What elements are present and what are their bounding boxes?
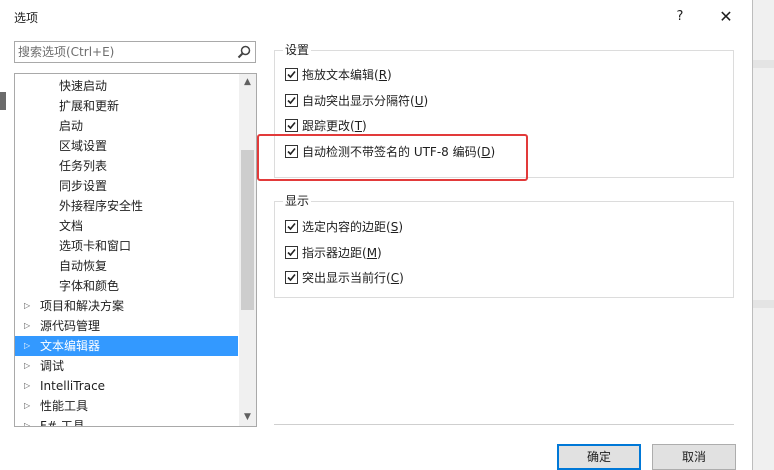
checkbox[interactable] <box>285 68 298 81</box>
tree-item-label: 区域设置 <box>59 139 108 153</box>
display-group-title: 显示 <box>283 194 312 208</box>
expand-arrow-icon[interactable]: ▷ <box>24 356 30 376</box>
expand-arrow-icon[interactable]: ▷ <box>24 396 30 416</box>
settings-group-title: 设置 <box>283 43 312 57</box>
tree-item[interactable]: ▷ 文本编辑器 <box>15 336 238 356</box>
tree-item-label: 快速启动 <box>59 79 108 93</box>
close-button[interactable]: ✕ <box>704 4 748 30</box>
scroll-thumb[interactable] <box>241 150 254 310</box>
tree-item-label: 字体和颜色 <box>59 279 120 293</box>
tree-item-label: 源代码管理 <box>40 319 101 333</box>
title-bar <box>0 0 774 34</box>
tree-item[interactable]: ▷ 项目和解决方案 <box>15 296 238 316</box>
expand-arrow-icon[interactable]: ▷ <box>24 376 30 396</box>
checkmark-icon <box>287 96 296 104</box>
cancel-button[interactable]: 取消 <box>652 444 736 470</box>
tree-item-label: 同步设置 <box>59 179 108 193</box>
tree-item[interactable]: ▷ 源代码管理 <box>15 316 238 336</box>
display-group: 显示 选定内容的边距(S) 指示器边距(M) 突出显示当前行(C) <box>274 194 734 298</box>
checkmark-icon <box>287 121 296 130</box>
tree-item[interactable]: 启动 <box>15 116 238 136</box>
options-tree: 快速启动扩展和更新启动区域设置任务列表同步设置外接程序安全性 文档选项卡和窗口 自动… <box>14 73 257 427</box>
search-icon[interactable] <box>237 45 251 59</box>
tree-item-label: IntelliTrace <box>40 379 106 393</box>
checkbox[interactable] <box>285 119 298 132</box>
tree-item-label: 自动恢复 <box>59 259 108 273</box>
checkmark-icon <box>287 273 296 282</box>
tree-item[interactable]: 同步设置 <box>15 176 238 196</box>
tree-item[interactable]: 文档 <box>15 216 238 236</box>
tree-item[interactable]: 区域设置 <box>15 136 238 156</box>
tree-item-label: 任务列表 <box>59 159 108 173</box>
background-window-strip <box>752 0 774 470</box>
option-label: 选定内容的边距(S) <box>302 220 403 234</box>
tree-item-label: 文本编辑器 <box>40 339 101 353</box>
option-label: 跟踪更改(T) <box>302 119 367 133</box>
checkbox[interactable] <box>285 271 298 284</box>
red-highlight-annotation <box>257 134 528 181</box>
option-label: 自动突出显示分隔符(U) <box>302 93 429 108</box>
checkbox[interactable] <box>285 245 298 259</box>
tree-item-label: F# 工具 <box>40 419 85 427</box>
expand-arrow-icon[interactable]: ▷ <box>24 336 30 356</box>
checkmark-icon <box>287 248 296 256</box>
tree-items: 快速启动扩展和更新启动区域设置任务列表同步设置外接程序安全性 文档选项卡和窗口 自动… <box>15 76 238 427</box>
tree-item[interactable]: ▷ 调试 <box>15 356 238 376</box>
scroll-up-icon[interactable]: ▲ <box>239 74 256 91</box>
checkmark-icon <box>287 70 296 79</box>
window-title: 选项 <box>14 11 39 25</box>
ok-button[interactable]: 确定 <box>557 444 641 470</box>
tree-item-label: 项目和解决方案 <box>40 299 125 313</box>
background-window-edge <box>0 92 6 110</box>
checkmark-icon <box>287 222 296 231</box>
tree-item[interactable]: 选项卡和窗口 <box>15 236 238 256</box>
option-label: 指示器边距(M) <box>302 245 382 260</box>
tree-item-label: 调试 <box>40 359 65 373</box>
tree-item[interactable]: 外接程序安全性 <box>15 196 238 216</box>
tree-item[interactable]: 快速启动 <box>15 76 238 96</box>
tree-item[interactable]: ▷ IntelliTrace <box>15 376 238 396</box>
search-input[interactable] <box>18 44 232 60</box>
tree-item-label: 选项卡和窗口 <box>59 239 132 253</box>
tree-item-label: 启动 <box>59 119 84 133</box>
option-label: 突出显示当前行(C) <box>302 271 404 285</box>
expand-arrow-icon[interactable]: ▷ <box>24 416 30 426</box>
option-label: 拖放文本编辑(R) <box>302 68 392 82</box>
tree-scrollbar[interactable]: ▲ ▼ <box>239 74 256 426</box>
help-button[interactable]: ? <box>660 4 700 30</box>
tree-item[interactable]: ▷ 性能工具 <box>15 396 238 416</box>
tree-item[interactable]: ▷ F# 工具 <box>15 416 238 427</box>
expand-arrow-icon[interactable]: ▷ <box>24 296 30 316</box>
tree-item-label: 外接程序安全性 <box>59 199 144 213</box>
checkbox[interactable] <box>285 93 298 107</box>
checkbox[interactable] <box>285 220 298 233</box>
tree-item[interactable]: 扩展和更新 <box>15 96 238 116</box>
search-box <box>14 41 256 63</box>
tree-item[interactable]: 字体和颜色 <box>15 276 238 296</box>
scroll-down-icon[interactable]: ▼ <box>239 409 256 426</box>
tree-item-label: 文档 <box>59 219 84 233</box>
tree-item[interactable]: 任务列表 <box>15 156 238 176</box>
expand-arrow-icon[interactable]: ▷ <box>24 316 30 336</box>
tree-item[interactable]: 自动恢复 <box>15 256 238 276</box>
tree-item-label: 性能工具 <box>40 399 89 413</box>
divider <box>274 424 734 425</box>
tree-item-label: 扩展和更新 <box>59 99 120 113</box>
